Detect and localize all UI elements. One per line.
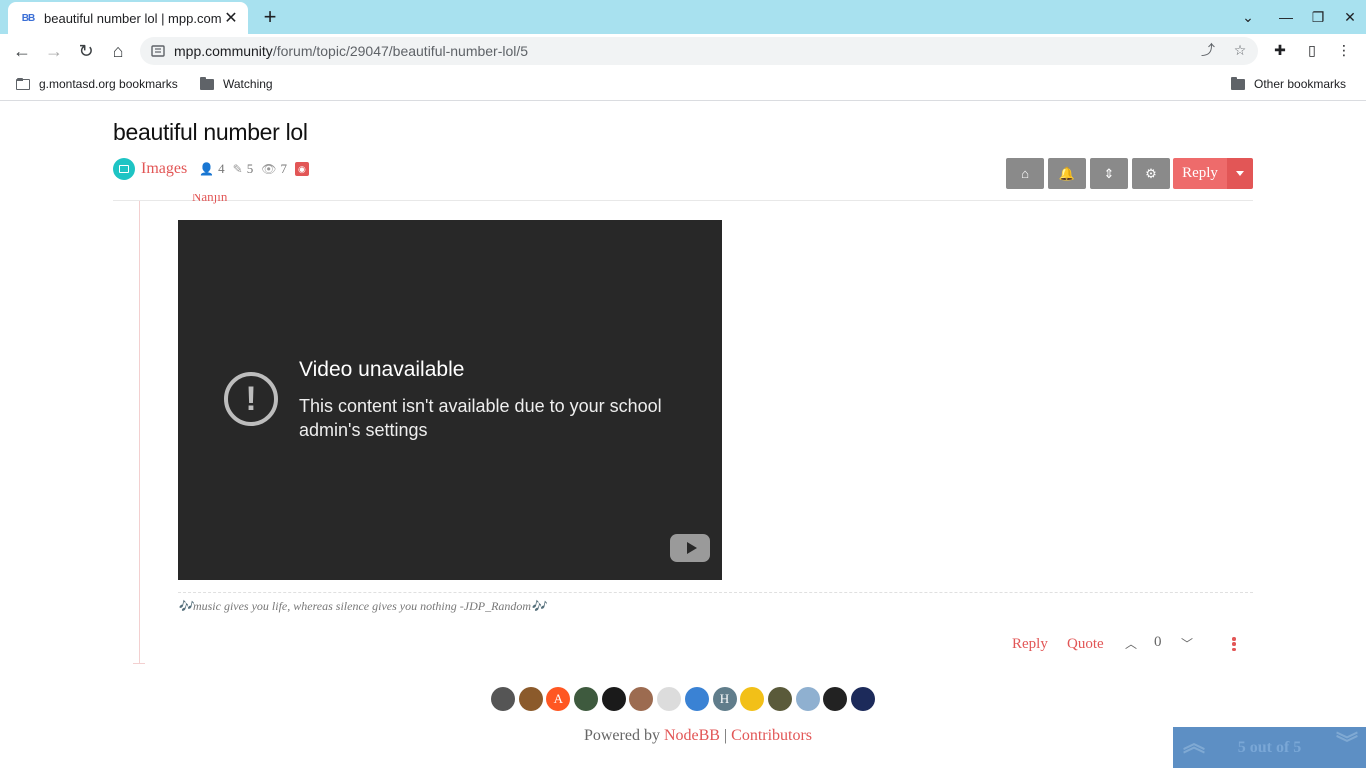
bookmark-star-icon[interactable]: ☆ (1230, 40, 1250, 60)
tab-search-chevron-icon[interactable]: ⌄ (1235, 4, 1261, 30)
menu-kebab-icon[interactable]: ⋮ (1334, 40, 1354, 60)
post-quote-link[interactable]: Quote (1067, 636, 1104, 652)
footer: Powered by NodeBB | Contributors (0, 727, 1366, 745)
forum-page: beautiful number lol Images 👤 4 ✎ 5 👁 7 ◉ ⌂… (0, 102, 1366, 768)
tab-title: beautiful number lol | mpp.community (44, 10, 222, 26)
bookmark-folder-watching[interactable]: Watching (200, 76, 273, 92)
signature-divider (178, 592, 1253, 593)
bookmark-label: Watching (223, 77, 273, 91)
category-link[interactable]: Images (141, 160, 187, 178)
post-tools-kebab-icon[interactable] (1232, 637, 1236, 651)
posts-stat: ✎ 5 (232, 161, 254, 176)
address-bar[interactable]: mpp.community/forum/topic/29047/beautifu… (140, 37, 1258, 65)
minimize-icon[interactable]: — (1273, 4, 1299, 30)
close-window-icon[interactable]: ✕ (1337, 4, 1363, 30)
contributors-link[interactable]: Contributors (731, 727, 812, 744)
scroll-to-top-chevrons-icon[interactable]: ︽ (1183, 733, 1205, 755)
gear-icon: ⚙ (1145, 165, 1157, 181)
other-bookmarks-label: Other bookmarks (1254, 77, 1347, 91)
post-author-link[interactable]: Nanjin (192, 194, 227, 204)
folder-icon (1231, 76, 1245, 90)
home-icon[interactable]: ⌂ (105, 38, 131, 64)
avatar[interactable] (657, 687, 682, 711)
reply-dropdown-chevron-icon[interactable] (1227, 158, 1253, 189)
pencil-icon: ✎ (232, 161, 243, 176)
post-signature: 🎶music gives you life, whereas silence g… (178, 599, 547, 613)
browser-toolbar: ← → ↻ ⌂ mpp.community/forum/topic/29047/… (0, 34, 1366, 68)
views-stat: 👁 7 (261, 161, 287, 176)
nodebb-link[interactable]: NodeBB (664, 727, 720, 744)
folder-icon (200, 76, 214, 90)
post-reply-link[interactable]: Reply (1012, 636, 1048, 652)
powered-by-text: Powered by (583, 727, 660, 744)
bookmark-folder-montasd[interactable]: g.montasd.org bookmarks (16, 76, 178, 92)
footer-separator: | (723, 727, 728, 744)
image-category-icon[interactable] (113, 158, 135, 180)
bell-icon: 🔔 (1058, 165, 1076, 181)
new-tab-icon[interactable]: + (258, 4, 282, 29)
avatar[interactable] (795, 687, 820, 711)
extensions-icon[interactable]: ✚ (1270, 40, 1290, 60)
topic-meta: Images 👤 4 ✎ 5 👁 7 ◉ (113, 158, 309, 180)
topic-participants: AH (491, 687, 879, 711)
avatar[interactable]: A (546, 687, 571, 711)
side-panel-icon[interactable]: ▯ (1302, 40, 1322, 60)
tab-strip: BB beautiful number lol | mpp.community … (0, 0, 1366, 34)
video-error-title: Video unavailable (299, 358, 465, 381)
restore-icon[interactable]: ❐ (1305, 4, 1331, 30)
avatar[interactable] (491, 687, 515, 711)
pagination-label: 5 out of 5 (1237, 738, 1302, 756)
mark-unread-button[interactable]: ⌂ (1006, 158, 1044, 189)
folder-outline-icon (16, 77, 30, 90)
reply-button[interactable]: Reply (1173, 158, 1227, 189)
scroll-to-bottom-chevrons-icon[interactable]: ︾ (1336, 733, 1358, 755)
pagination-block[interactable]: ︽ 5 out of 5 ︾ (1173, 727, 1366, 768)
close-tab-icon[interactable]: ✕ (222, 9, 240, 27)
thread-line-end (133, 663, 145, 664)
header-divider (113, 200, 1253, 201)
forward-icon[interactable]: → (41, 38, 67, 64)
avatar[interactable] (684, 687, 709, 711)
sort-button[interactable]: ⇕ (1090, 158, 1128, 189)
vote-count: 0 (1154, 634, 1162, 650)
posters-stat: 👤 4 (199, 161, 225, 176)
nodebb-favicon-icon: BB (21, 12, 35, 24)
avatar[interactable] (823, 687, 848, 711)
topic-title: beautiful number lol (113, 119, 308, 145)
eye-icon: 👁 (261, 161, 277, 176)
avatar[interactable] (850, 687, 875, 711)
thread-line (139, 201, 140, 663)
exclamation-icon: ! (224, 372, 278, 426)
avatar[interactable] (629, 687, 654, 711)
avatar[interactable] (740, 687, 765, 711)
video-error-message: This content isn't available due to your… (299, 396, 662, 440)
bookmark-label: g.montasd.org bookmarks (39, 77, 178, 91)
bookmarks-bar: g.montasd.org bookmarks Watching Other b… (0, 68, 1366, 101)
avatar[interactable] (767, 687, 792, 711)
youtube-logo-icon[interactable] (670, 534, 710, 562)
tools-button[interactable]: ⚙ (1132, 158, 1170, 189)
site-info-icon[interactable] (151, 44, 165, 58)
rss-icon[interactable]: ◉ (294, 162, 309, 176)
youtube-embed[interactable]: ! Video unavailable This content isn't a… (178, 220, 722, 580)
upvote-chevron-icon[interactable]: ︿ (1124, 636, 1138, 651)
avatar[interactable] (601, 687, 626, 711)
avatar[interactable]: H (712, 687, 737, 711)
other-bookmarks[interactable]: Other bookmarks (1231, 76, 1346, 92)
sort-icon: ⇕ (1103, 165, 1115, 181)
back-icon[interactable]: ← (9, 38, 35, 64)
avatar[interactable] (574, 687, 599, 711)
avatar[interactable] (518, 687, 543, 711)
watch-button[interactable]: 🔔 (1048, 158, 1086, 189)
share-icon[interactable]: ⤴ (1198, 40, 1218, 60)
browser-tab[interactable]: BB beautiful number lol | mpp.community … (8, 2, 248, 34)
inbox-icon: ⌂ (1021, 166, 1029, 181)
downvote-chevron-icon[interactable]: ﹀ (1180, 636, 1194, 651)
url-host: mpp.community (174, 43, 273, 59)
url-path: /forum/topic/29047/beautiful-number-lol/… (272, 43, 529, 59)
user-icon: 👤 (199, 161, 215, 176)
reload-icon[interactable]: ↻ (73, 38, 99, 64)
